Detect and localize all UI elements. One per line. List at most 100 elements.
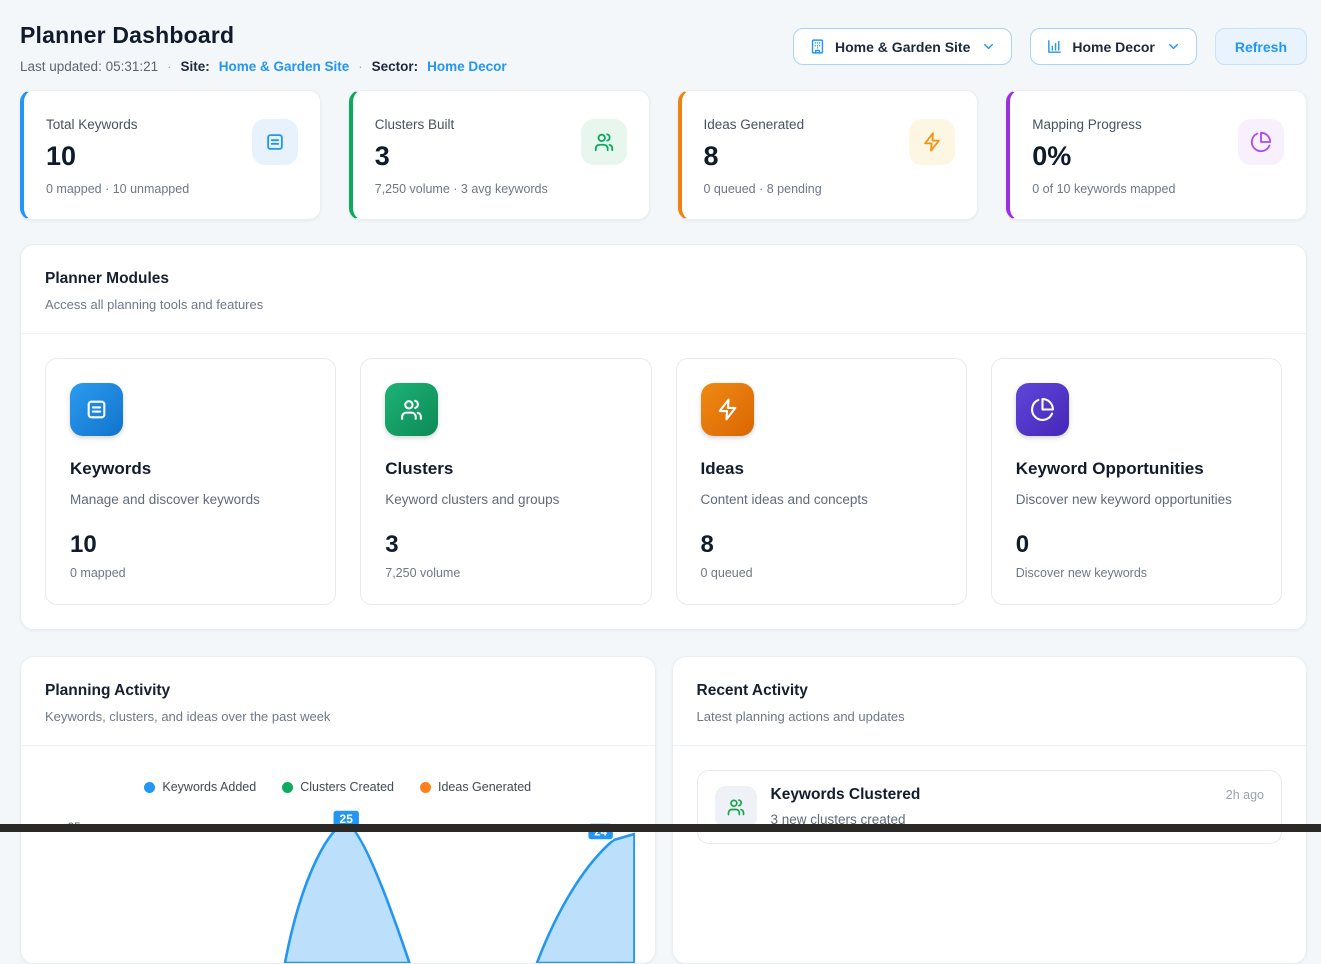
activity-item-keywords-clustered[interactable]: Keywords Clustered 2h ago 3 new clusters… [697,770,1283,844]
zap-icon [909,119,955,165]
module-description: Discover new keyword opportunities [1016,492,1257,507]
module-detail: Discover new keywords [1016,566,1257,580]
site-link[interactable]: Home & Garden Site [219,59,350,74]
planning-activity-title: Planning Activity [45,682,631,700]
module-title: Ideas [701,459,942,479]
last-updated: Last updated: 05:31:21 [20,59,158,74]
site-selector-value: Home & Garden Site [835,39,970,55]
sector-selector-button[interactable]: Home Decor [1030,28,1196,65]
users-icon [385,383,438,436]
area-series-keywords-added [285,824,409,963]
stat-value: 10 [46,141,189,172]
legend-label: Keywords Added [162,780,256,794]
module-title: Keywords [70,459,311,479]
users-icon [581,119,627,165]
module-card-ideas[interactable]: Ideas Content ideas and concepts 8 0 que… [676,358,967,605]
legend-label: Clusters Created [300,780,394,794]
module-value: 8 [701,531,942,559]
modules-grid: Keywords Manage and discover keywords 10… [21,334,1306,629]
planner-modules-panel: Planner Modules Access all planning tool… [20,244,1307,630]
sector-label: Sector: [372,59,419,74]
chevron-down-icon [981,39,996,54]
stat-text: Ideas Generated 8 0 queued · 8 pending [704,111,822,199]
stat-label: Mapping Progress [1032,117,1175,132]
recent-activity-list: Keywords Clustered 2h ago 3 new clusters… [673,746,1307,868]
recent-activity-panel: Recent Activity Latest planning actions … [672,656,1308,964]
module-card-keyword-opportunities[interactable]: Keyword Opportunities Discover new keywo… [991,358,1282,605]
module-value: 10 [70,531,311,559]
module-title: Clusters [385,459,626,479]
document-icon [252,119,298,165]
document-icon [70,383,123,436]
stat-text: Clusters Built 3 7,250 volume · 3 avg ke… [375,111,548,199]
sector-link[interactable]: Home Decor [427,59,507,74]
stat-card-ideas-generated: Ideas Generated 8 0 queued · 8 pending [678,90,979,220]
stat-detail: 0 queued · 8 pending [704,182,822,196]
bottom-grid: Planning Activity Keywords, clusters, an… [20,656,1307,964]
legend-dot-icon [282,782,293,793]
stat-value: 3 [375,141,548,172]
module-value: 3 [385,531,626,559]
building-icon [809,38,826,55]
activity-body: Keywords Clustered 2h ago 3 new clusters… [771,786,1265,828]
pie-chart-icon [1238,119,1284,165]
legend-item-clusters-created: Clusters Created [282,780,394,794]
bar-chart-icon [1046,38,1063,55]
topbar-left: Planner Dashboard Last updated: 05:31:21… [20,20,507,74]
stat-card-total-keywords: Total Keywords 10 0 mapped · 10 unmapped [20,90,321,220]
activity-title: Keywords Clustered [771,786,921,804]
pie-chart-icon [1016,383,1069,436]
modules-panel-subtitle: Access all planning tools and features [45,297,1282,312]
modules-panel-header: Planner Modules Access all planning tool… [21,245,1306,334]
modules-panel-title: Planner Modules [45,270,1282,288]
stat-label: Total Keywords [46,117,189,132]
legend-item-keywords-added: Keywords Added [144,780,256,794]
module-card-clusters[interactable]: Clusters Keyword clusters and groups 3 7… [360,358,651,605]
planning-activity-panel: Planning Activity Keywords, clusters, an… [20,656,656,964]
meta-row: Last updated: 05:31:21 · Site: Home & Ga… [20,59,507,74]
module-card-keywords[interactable]: Keywords Manage and discover keywords 10… [45,358,336,605]
chart-legend: Keywords Added Clusters Created Ideas Ge… [41,780,635,794]
stat-value: 0% [1032,141,1175,172]
stat-text: Mapping Progress 0% 0 of 10 keywords map… [1032,111,1175,199]
refresh-button[interactable]: Refresh [1215,28,1307,65]
planning-activity-subtitle: Keywords, clusters, and ideas over the p… [45,709,631,724]
activity-chart: Keywords Added Clusters Created Ideas Ge… [21,746,655,963]
last-updated-label: Last updated: [20,59,102,74]
meta-separator: · [358,59,362,74]
recent-activity-title: Recent Activity [697,682,1283,700]
stat-detail: 0 mapped · 10 unmapped [46,182,189,196]
module-description: Manage and discover keywords [70,492,311,507]
sector-selector-value: Home Decor [1072,39,1154,55]
stat-label: Ideas Generated [704,117,822,132]
recent-activity-header: Recent Activity Latest planning actions … [673,657,1307,746]
planning-activity-header: Planning Activity Keywords, clusters, an… [21,657,655,746]
stat-value: 8 [704,141,822,172]
planner-dashboard-page: Planner Dashboard Last updated: 05:31:21… [0,0,1321,964]
stat-card-mapping-progress: Mapping Progress 0% 0 of 10 keywords map… [1006,90,1307,220]
stat-card-clusters-built: Clusters Built 3 7,250 volume · 3 avg ke… [349,90,650,220]
last-updated-value: 05:31:21 [106,59,159,74]
module-value: 0 [1016,531,1257,559]
topbar: Planner Dashboard Last updated: 05:31:21… [20,20,1307,74]
stat-detail: 7,250 volume · 3 avg keywords [375,182,548,196]
meta-separator: · [167,59,171,74]
page-title: Planner Dashboard [20,22,507,49]
module-description: Content ideas and concepts [701,492,942,507]
module-detail: 0 mapped [70,566,311,580]
zap-icon [701,383,754,436]
users-icon [715,786,757,828]
stat-text: Total Keywords 10 0 mapped · 10 unmapped [46,111,189,199]
module-title: Keyword Opportunities [1016,459,1257,479]
stat-detail: 0 of 10 keywords mapped [1032,182,1175,196]
legend-dot-icon [144,782,155,793]
legend-dot-icon [420,782,431,793]
recent-activity-subtitle: Latest planning actions and updates [697,709,1283,724]
site-selector-button[interactable]: Home & Garden Site [793,28,1012,65]
chevron-down-icon [1166,39,1181,54]
bottom-taskbar-strip [0,824,1321,832]
module-description: Keyword clusters and groups [385,492,626,507]
module-detail: 7,250 volume [385,566,626,580]
stats-grid: Total Keywords 10 0 mapped · 10 unmapped… [20,90,1307,220]
topbar-actions: Home & Garden Site Home Decor Refresh [793,28,1307,65]
